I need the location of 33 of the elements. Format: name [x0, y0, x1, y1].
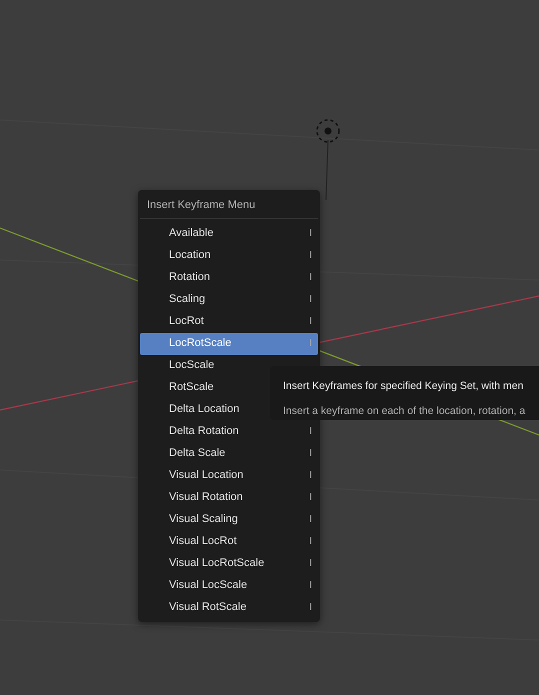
shortcut-key: I: [309, 512, 312, 527]
shortcut-key: I: [309, 534, 312, 549]
menu-title: Insert Keyframe Menu: [140, 194, 318, 218]
shortcut-key: I: [309, 424, 312, 439]
shortcut-key: I: [309, 578, 312, 593]
menu-item[interactable]: Available I: [140, 222, 318, 244]
menu-item[interactable]: Scaling I: [140, 288, 318, 310]
menu-item[interactable]: Visual Location I: [140, 464, 318, 486]
shortcut-key: I: [309, 336, 312, 351]
shortcut-key: I: [309, 556, 312, 571]
menu-item[interactable]: Location I: [140, 244, 318, 266]
menu-item[interactable]: Visual LocRot I: [140, 530, 318, 552]
menu-item[interactable]: Visual Rotation I: [140, 486, 318, 508]
shortcut-key: I: [309, 270, 312, 285]
menu-item[interactable]: LocRotScale I: [140, 332, 318, 354]
menu-item[interactable]: Visual LocScale I: [140, 574, 318, 596]
shortcut-key: I: [309, 446, 312, 461]
menu-item[interactable]: Visual RotScale I: [140, 596, 318, 618]
menu-item[interactable]: LocRot I: [140, 310, 318, 332]
shortcut-key: I: [309, 468, 312, 483]
shortcut-key: I: [309, 226, 312, 241]
menu-item[interactable]: Delta Rotation I: [140, 420, 318, 442]
shortcut-key: I: [309, 248, 312, 263]
shortcut-key: I: [309, 490, 312, 505]
tooltip-title: Insert Keyframes for specified Keying Set, with men: [283, 380, 524, 393]
menu-item[interactable]: Visual LocRotScale I: [140, 552, 318, 574]
menu-item[interactable]: Rotation I: [140, 266, 318, 288]
shortcut-key: I: [309, 600, 312, 615]
tooltip-description: Insert a keyframe on each of the location, rotation, a: [283, 404, 526, 418]
shortcut-key: I: [309, 314, 312, 329]
shortcut-key: I: [309, 292, 312, 307]
menu-item[interactable]: Delta Scale I: [140, 442, 318, 464]
menu-item[interactable]: Visual Scaling I: [140, 508, 318, 530]
